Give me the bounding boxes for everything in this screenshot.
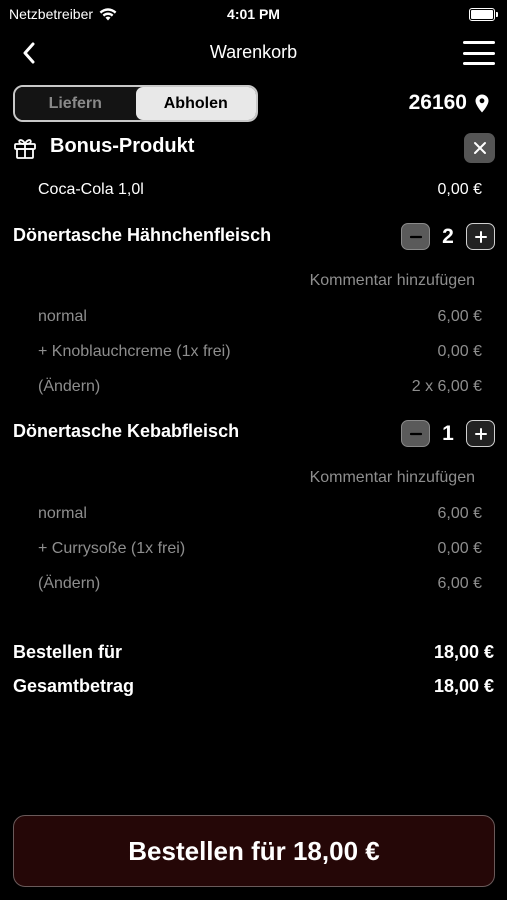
option-price: 0,00 € <box>437 540 482 557</box>
option-label: + Currysoße (1x frei) <box>38 540 186 557</box>
hamburger-menu-icon[interactable] <box>461 38 497 68</box>
location-selector[interactable]: 26160 <box>409 91 489 115</box>
increase-quantity-button[interactable] <box>466 223 495 250</box>
battery-icon <box>469 8 498 21</box>
plus-icon <box>474 427 487 440</box>
decrease-quantity-button[interactable] <box>401 420 430 447</box>
grand-total-label: Gesamtbetrag <box>13 676 135 696</box>
product-title: Dönertasche Hähnchenfleisch <box>13 225 272 245</box>
option-label: + Knoblauchcreme (1x frei) <box>38 343 231 360</box>
close-icon <box>473 142 486 154</box>
tab-liefern[interactable]: Liefern <box>15 87 136 120</box>
order-for-value: 18,00 € <box>433 642 494 662</box>
bonus-item-price: 0,00 € <box>437 181 482 198</box>
minus-icon <box>409 235 422 238</box>
quantity-stepper: 2 <box>401 223 495 250</box>
zip-code: 26160 <box>408 91 467 114</box>
option-price: 6,00 € <box>437 308 482 325</box>
status-bar: Netzbetreiber 4:01 PM <box>0 0 507 30</box>
bonus-title: Bonus-Produkt <box>50 135 195 157</box>
change-link[interactable]: (Ändern) <box>38 575 100 593</box>
increase-quantity-button[interactable] <box>466 420 495 447</box>
option-row: + Currysoße (1x frei) 0,00 € <box>38 540 482 558</box>
status-time: 4:01 PM <box>227 6 280 22</box>
order-for-row: Bestellen für 18,00 € <box>13 642 494 663</box>
gift-icon <box>14 139 36 159</box>
option-price: 0,00 € <box>437 343 482 360</box>
grand-total-row: Gesamtbetrag 18,00 € <box>13 676 494 697</box>
quantity-value: 1 <box>442 421 454 445</box>
place-order-button[interactable]: Bestellen für 18,00 € <box>13 815 495 887</box>
option-row: + Knoblauchcreme (1x frei) 0,00 € <box>38 343 482 361</box>
bonus-item-name: Coca-Cola 1,0l <box>38 181 144 198</box>
bonus-item-row: Coca-Cola 1,0l 0,00 € <box>38 181 482 199</box>
remove-bonus-button[interactable] <box>464 133 495 163</box>
option-row: (Ändern) 2 x 6,00 € <box>38 378 482 396</box>
minus-icon <box>409 432 422 435</box>
decrease-quantity-button[interactable] <box>401 223 430 250</box>
add-comment-link[interactable]: Kommentar hinzufügen <box>310 469 475 487</box>
option-row: normal 6,00 € <box>38 505 482 523</box>
change-link[interactable]: (Ändern) <box>38 378 100 396</box>
location-pin-icon <box>475 94 489 112</box>
line-total: 2 x 6,00 € <box>411 378 482 395</box>
tab-abholen[interactable]: Abholen <box>135 87 256 120</box>
option-label: normal <box>38 505 87 522</box>
quantity-value: 2 <box>442 224 454 248</box>
bonus-product-header: Bonus-Produkt <box>13 133 495 165</box>
option-price: 6,00 € <box>437 505 482 522</box>
option-row: normal 6,00 € <box>38 308 482 326</box>
option-row: (Ändern) 6,00 € <box>38 575 482 593</box>
page-title: Warenkorb <box>209 42 298 62</box>
nav-bar: Warenkorb <box>0 30 507 76</box>
quantity-stepper: 1 <box>401 420 495 447</box>
line-total: 6,00 € <box>437 575 482 592</box>
product-title: Dönertasche Kebabfleisch <box>13 421 240 441</box>
order-for-label: Bestellen für <box>13 642 123 662</box>
delivery-mode-toggle: Liefern Abholen <box>13 85 258 122</box>
option-label: normal <box>38 308 87 325</box>
plus-icon <box>474 230 487 243</box>
add-comment-link[interactable]: Kommentar hinzufügen <box>310 272 475 290</box>
grand-total-value: 18,00 € <box>433 676 494 696</box>
